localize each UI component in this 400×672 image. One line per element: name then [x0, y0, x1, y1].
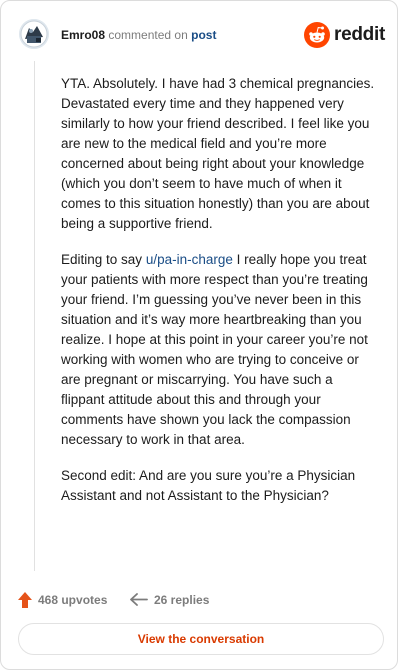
- upvote-label: 468 upvotes: [38, 593, 108, 607]
- thread-line: [34, 61, 35, 571]
- reddit-logo[interactable]: reddit: [304, 21, 385, 49]
- upvote-count[interactable]: 468 upvotes: [18, 588, 107, 612]
- edit-text: I really hope you treat your patients wi…: [61, 252, 368, 447]
- reddit-snoo-icon: [304, 22, 331, 48]
- comment-card: Emro08 commented on post reddit YTA. Abs…: [0, 0, 398, 670]
- edit-prefix: Editing to say: [61, 252, 143, 267]
- upvote-arrow-icon: [18, 592, 32, 608]
- comment-paragraph: Editing to say u/pa-in-charge I really h…: [61, 250, 379, 450]
- username[interactable]: Emro08: [61, 28, 105, 42]
- comment-paragraph: YTA. Absolutely. I have had 3 chemical p…: [61, 76, 375, 231]
- comment-meta: Emro08 commented on post: [61, 27, 216, 43]
- reply-label: 26 replies: [154, 593, 210, 607]
- user-avatar-icon[interactable]: [19, 19, 49, 49]
- reddit-wordmark: reddit: [334, 24, 385, 45]
- user-mention-link[interactable]: u/pa-in-charge: [146, 252, 233, 267]
- view-conversation-button[interactable]: View the conversation: [18, 623, 384, 655]
- commented-label: commented on: [108, 28, 188, 42]
- post-link[interactable]: post: [191, 28, 216, 42]
- reply-count[interactable]: 26 replies: [130, 588, 209, 612]
- comment-paragraph: Second edit: And are you sure you’re a P…: [61, 468, 356, 503]
- comment-header: Emro08 commented on post reddit: [19, 19, 385, 53]
- reply-arrow-icon: [130, 593, 148, 606]
- comment-body: YTA. Absolutely. I have had 3 chemical p…: [61, 74, 379, 522]
- comment-footer: 468 upvotes 26 replies: [18, 588, 384, 612]
